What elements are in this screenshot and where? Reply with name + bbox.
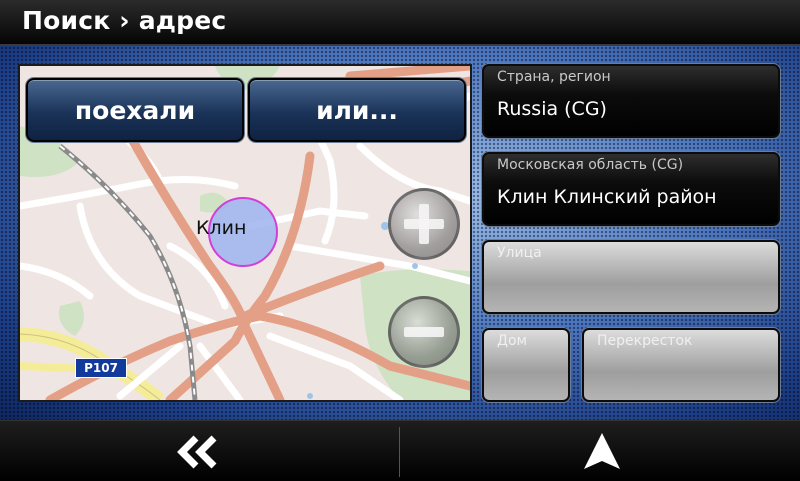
country-value: Russia (CG) [497, 98, 607, 120]
header-bar: Поиск › адрес [0, 0, 800, 46]
double-chevron-left-icon [177, 435, 217, 469]
navigate-button[interactable] [401, 421, 800, 481]
road-number-badge: P107 [75, 358, 127, 378]
navigation-arrow-icon [584, 433, 620, 469]
city-label: Клин [196, 217, 247, 239]
map-view[interactable]: Клин P107 поехали или... [18, 64, 472, 402]
country-label: Страна, регион [497, 69, 611, 85]
footer-bar [0, 420, 800, 481]
page-title: Поиск › адрес [22, 6, 227, 35]
house-field[interactable]: Дом [482, 328, 570, 402]
city-value: Клин Клинский район [497, 186, 717, 208]
street-label: Улица [497, 245, 542, 261]
go-button[interactable]: поехали [26, 78, 244, 142]
house-label: Дом [497, 333, 528, 349]
region-label: Московская область (CG) [497, 157, 684, 173]
back-button[interactable] [0, 421, 398, 481]
crossing-label: Перекресток [597, 333, 693, 349]
or-button[interactable]: или... [248, 78, 466, 142]
crossing-field[interactable]: Перекресток [582, 328, 780, 402]
content-area: Клин P107 поехали или... Страна, регион … [0, 46, 800, 420]
city-field[interactable]: Московская область (CG) Клин Клинский ра… [482, 152, 780, 226]
zoom-out-button[interactable] [388, 296, 460, 368]
zoom-in-button[interactable] [388, 188, 460, 260]
footer-divider [399, 427, 400, 477]
country-field[interactable]: Страна, регион Russia (CG) [482, 64, 780, 138]
street-field[interactable]: Улица [482, 240, 780, 314]
